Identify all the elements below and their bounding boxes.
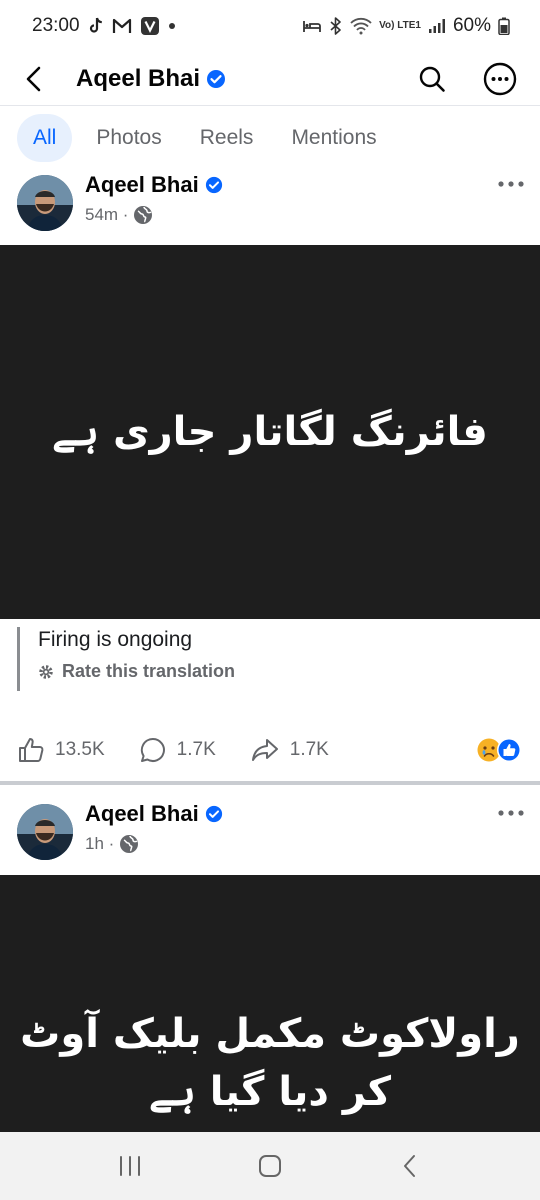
post-meta: 1h · <box>85 834 139 854</box>
verified-badge-icon <box>205 176 222 194</box>
status-bar: 23:00 Vo) LTE1 60% <box>0 0 540 52</box>
post-author-name: Aqeel Bhai <box>85 801 199 826</box>
share-count: 1.7K <box>289 739 329 760</box>
post-author[interactable]: Aqeel Bhai <box>85 801 223 827</box>
more-horizontal-icon <box>498 810 524 816</box>
search-icon <box>419 66 445 92</box>
post-more-button[interactable] <box>496 172 526 196</box>
bluetooth-icon <box>329 17 343 35</box>
gmail-icon <box>112 18 132 34</box>
avatar[interactable] <box>17 175 73 231</box>
post-meta: 54m · <box>85 205 153 225</box>
chevron-left-icon <box>26 66 41 91</box>
signal-icon <box>428 18 446 34</box>
wifi-icon <box>350 17 372 35</box>
post-timestamp[interactable]: 1h · <box>85 834 114 854</box>
app-bar: Aqeel Bhai <box>0 52 540 106</box>
back-nav-icon <box>404 1155 415 1177</box>
post-image[interactable]: راولاکوٹ مکمل بلیک آوٹ کر دیا گیا ہے <box>0 875 540 1132</box>
like-count: 13.5K <box>55 739 105 760</box>
search-button[interactable] <box>412 59 452 99</box>
post-header: Aqeel Bhai 1h · <box>0 801 540 873</box>
network-label: Vo) LTE1 <box>379 20 421 31</box>
gear-icon <box>39 664 53 679</box>
rate-translation-label: Rate this translation <box>62 661 236 681</box>
post-header: Aqeel Bhai 54m · <box>0 172 540 244</box>
tab-photos[interactable]: Photos <box>82 114 175 162</box>
post-image-text-line: راولاکوٹ مکمل بلیک آوٹ <box>20 1011 520 1057</box>
tab-reels[interactable]: Reels <box>186 114 268 162</box>
post-more-button[interactable] <box>496 801 526 825</box>
recent-apps-icon <box>120 1156 140 1176</box>
post-actions: 13.5K 1.7K 1.7K <box>0 728 540 772</box>
comment-icon <box>140 737 165 762</box>
globe-icon <box>120 835 139 853</box>
page-title: Aqeel Bhai <box>76 65 226 93</box>
verified-badge-icon <box>207 69 226 88</box>
home-icon <box>259 1155 281 1177</box>
post-image[interactable]: فائرنگ لگاتار جاری ہے <box>0 245 540 619</box>
back-button[interactable] <box>14 59 54 99</box>
more-options-button[interactable] <box>480 59 520 99</box>
post-divider <box>0 781 540 785</box>
battery-percent: 60% <box>452 15 491 36</box>
profile-photo-icon <box>17 175 73 231</box>
post-author-name: Aqeel Bhai <box>85 172 199 197</box>
status-time: 23:00 <box>32 15 80 36</box>
tiktok-icon <box>88 17 104 35</box>
post-timestamp[interactable]: 54m · <box>85 205 128 225</box>
comment-count: 1.7K <box>176 739 216 760</box>
translation-text: Firing is ongoing <box>38 628 193 651</box>
tab-mentions[interactable]: Mentions <box>277 114 390 162</box>
like-reaction-icon <box>497 738 521 762</box>
sleep-mode-icon <box>302 18 322 34</box>
rate-translation-button[interactable]: Rate this translation <box>38 661 517 682</box>
more-horizontal-icon <box>498 181 524 187</box>
like-button[interactable]: 13.5K <box>17 736 105 764</box>
system-nav-bar <box>0 1132 540 1200</box>
share-icon <box>251 739 278 761</box>
back-nav-button[interactable] <box>380 1136 440 1196</box>
battery-icon <box>498 17 510 35</box>
recent-apps-button[interactable] <box>100 1136 160 1196</box>
like-icon <box>19 738 44 762</box>
post-image-text: فائرنگ لگاتار جاری ہے <box>52 409 488 455</box>
notification-dot-icon <box>168 22 176 30</box>
profile-photo-icon <box>17 804 73 860</box>
avatar[interactable] <box>17 804 73 860</box>
tab-all[interactable]: All <box>17 114 73 162</box>
vpn-icon <box>140 16 160 36</box>
comment-button[interactable]: 1.7K <box>139 736 216 764</box>
home-button[interactable] <box>240 1136 300 1196</box>
post-author[interactable]: Aqeel Bhai <box>85 172 223 198</box>
share-button[interactable]: 1.7K <box>250 736 329 764</box>
more-circle-icon <box>483 62 517 95</box>
reaction-summary[interactable] <box>476 737 522 763</box>
page-title-text: Aqeel Bhai <box>76 64 201 92</box>
verified-badge-icon <box>205 805 222 823</box>
filter-tabs: All Photos Reels Mentions <box>0 107 540 169</box>
translation-block: Firing is ongoing Rate this translation <box>17 627 517 691</box>
globe-icon <box>134 206 153 224</box>
post-image-text-line: کر دیا گیا ہے <box>149 1069 391 1115</box>
